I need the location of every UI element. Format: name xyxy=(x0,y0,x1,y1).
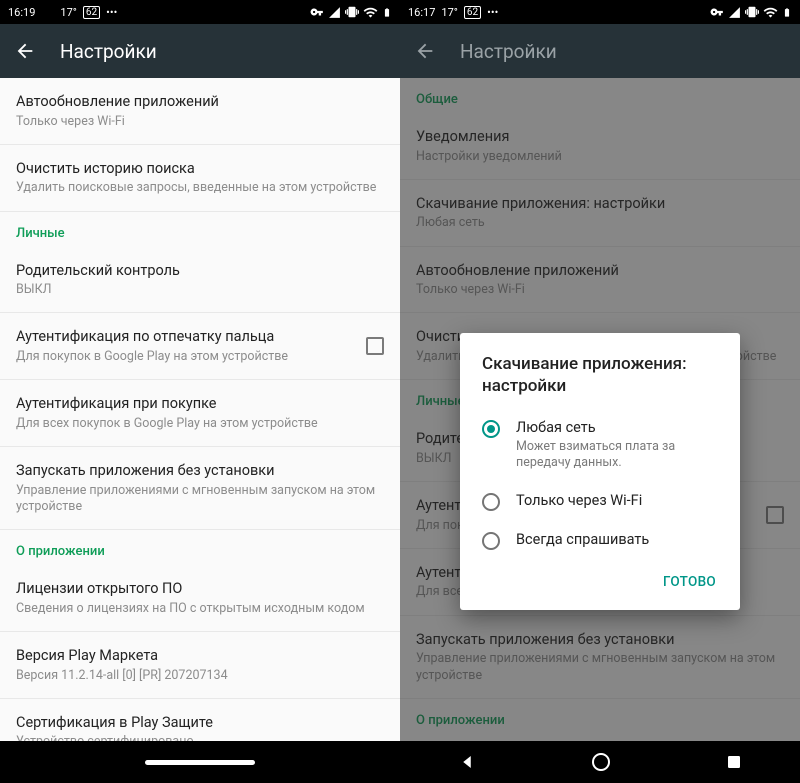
download-pref-dialog: Скачивание приложения: настройки Любая с… xyxy=(460,333,740,610)
section-personal: Личные xyxy=(0,212,400,247)
battery-icon xyxy=(382,5,392,20)
setting-parental[interactable]: Родительский контроль ВЫКЛ xyxy=(0,247,400,314)
setting-certification[interactable]: Сертификация в Play Защите Устройство се… xyxy=(0,699,400,741)
nav-home-icon[interactable] xyxy=(592,753,610,771)
wifi-icon xyxy=(763,5,778,20)
page-title: Настройки xyxy=(60,40,157,63)
settings-list[interactable]: Автообновление приложений Только через W… xyxy=(0,78,400,741)
back-icon[interactable] xyxy=(414,40,436,62)
vibrate-icon xyxy=(345,5,359,19)
status-bar: 16:17 17° 62 ••• xyxy=(400,0,800,24)
signal-icon xyxy=(728,6,741,19)
back-icon[interactable] xyxy=(14,40,36,62)
radio-wifi-only[interactable]: Только через Wi-Fi xyxy=(460,482,740,521)
page-title: Настройки xyxy=(460,40,557,63)
battery-icon xyxy=(782,5,792,20)
setting-oss-licenses[interactable]: Лицензии открытого ПО Сведения о лицензи… xyxy=(0,565,400,632)
dialog-title: Скачивание приложения: настройки xyxy=(460,353,740,409)
image-icon xyxy=(41,6,54,19)
settings-list: Общие Уведомления Настройки уведомлений … xyxy=(400,78,800,741)
radio-any-network[interactable]: Любая сеть Может взиматься плата за пере… xyxy=(460,409,740,481)
signal-icon xyxy=(328,6,341,19)
nav-home-pill[interactable] xyxy=(145,760,255,765)
status-bar: 16:19 17° 62 ••• xyxy=(0,0,400,24)
status-dots: ••• xyxy=(106,6,117,19)
phone-right: 16:17 17° 62 ••• Настройки Общие Уведомл… xyxy=(400,0,800,783)
setting-purchase-auth[interactable]: Аутентификация при покупке Для всех поку… xyxy=(0,380,400,447)
status-batt: 62 xyxy=(464,6,481,19)
vpn-icon xyxy=(710,5,724,19)
setting-clear-search[interactable]: Очистить историю поиска Удалить поисковы… xyxy=(0,145,400,212)
nav-back-icon[interactable] xyxy=(458,753,476,771)
radio-icon[interactable] xyxy=(482,532,500,550)
nav-recent-icon[interactable] xyxy=(726,754,742,770)
vpn-icon xyxy=(310,5,324,19)
radio-icon[interactable] xyxy=(482,493,500,511)
vibrate-icon xyxy=(745,5,759,19)
app-bar: Настройки xyxy=(0,24,400,78)
fingerprint-checkbox[interactable] xyxy=(366,337,384,355)
status-dots: ••• xyxy=(487,6,498,19)
nav-bar xyxy=(0,741,400,783)
radio-icon[interactable] xyxy=(482,420,500,438)
status-batt: 62 xyxy=(83,6,100,19)
status-time: 16:19 xyxy=(8,6,35,19)
wifi-icon xyxy=(363,5,378,20)
setting-fingerprint[interactable]: Аутентификация по отпечатку пальца Для п… xyxy=(0,313,400,380)
setting-version[interactable]: Версия Play Маркета Версия 11.2.14-all [… xyxy=(0,632,400,699)
setting-instant-apps[interactable]: Запускать приложения без установки Управ… xyxy=(0,447,400,530)
status-temp: 17° xyxy=(60,6,76,19)
nav-bar xyxy=(400,741,800,783)
radio-always-ask[interactable]: Всегда спрашивать xyxy=(460,521,740,560)
section-about: О приложении xyxy=(0,530,400,565)
status-temp: 17° xyxy=(441,6,457,19)
phone-left: 16:19 17° 62 ••• Настройки Автообновлени… xyxy=(0,0,400,783)
done-button[interactable]: ГОТОВО xyxy=(653,566,726,598)
app-bar: Настройки xyxy=(400,24,800,78)
setting-auto-update[interactable]: Автообновление приложений Только через W… xyxy=(0,78,400,145)
status-time: 16:17 xyxy=(408,6,435,19)
